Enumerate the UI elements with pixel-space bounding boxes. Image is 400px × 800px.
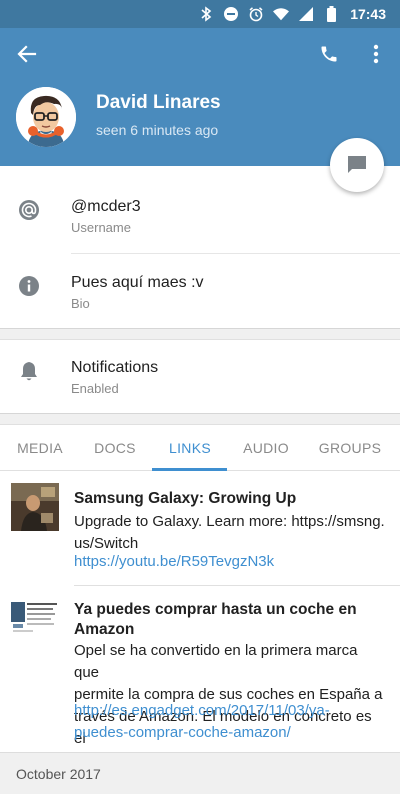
call-button[interactable]	[309, 34, 349, 74]
tab-links[interactable]: LINKS	[150, 425, 230, 471]
notifications-title: Notifications	[71, 359, 159, 376]
avatar[interactable]	[16, 87, 76, 147]
link-url[interactable]: http://es.engadget.com/2017/11/03/ya- pu…	[74, 700, 390, 744]
phone-icon	[321, 46, 337, 62]
status-time: 17:43	[350, 6, 386, 22]
wifi-icon	[273, 6, 290, 22]
shared-media-tabs: MEDIA DOCS LINKS AUDIO GROUPS	[0, 425, 400, 471]
message-fab-button[interactable]	[330, 138, 384, 192]
battery-icon	[323, 6, 339, 22]
section-separator	[0, 413, 400, 425]
username-value: @mcder3	[71, 198, 141, 215]
link-title: Ya puedes comprar hasta un coche en Amaz…	[74, 601, 357, 638]
info-icon	[17, 274, 41, 298]
bio-row[interactable]: Pues aquí maes :v Bio	[0, 254, 400, 328]
link-thumbnail	[11, 483, 59, 531]
back-button[interactable]	[7, 34, 47, 74]
do-not-disturb-icon	[223, 6, 239, 22]
tab-groups[interactable]: GROUPS	[305, 425, 395, 471]
profile-name: David Linares	[96, 92, 221, 113]
username-label: Username	[71, 220, 131, 235]
at-icon	[17, 198, 41, 222]
tab-audio[interactable]: AUDIO	[226, 425, 306, 471]
status-bar: 17:43	[0, 0, 400, 28]
alarm-icon	[248, 6, 264, 22]
link-item[interactable]: Samsung Galaxy: Growing Up Upgrade to Ga…	[0, 471, 400, 585]
notifications-row[interactable]: Notifications Enabled	[0, 340, 400, 413]
section-separator	[0, 328, 400, 340]
bio-value: Pues aquí maes :v	[71, 274, 204, 291]
link-url[interactable]: https://youtu.be/R59TevgzN3k	[74, 551, 390, 573]
arrow-back-icon	[17, 45, 37, 63]
last-seen-status: seen 6 minutes ago	[96, 122, 219, 138]
avatar-cartoon	[16, 87, 76, 147]
message-icon	[348, 156, 366, 173]
link-title: Samsung Galaxy: Growing Up	[74, 490, 297, 507]
link-thumbnail	[11, 600, 59, 648]
tab-media[interactable]: MEDIA	[0, 425, 80, 471]
date-section-header: October 2017	[0, 752, 400, 794]
link-item[interactable]: Ya puedes comprar hasta un coche en Amaz…	[0, 586, 400, 752]
tab-docs[interactable]: DOCS	[75, 425, 155, 471]
notifications-status: Enabled	[71, 381, 119, 396]
bio-label: Bio	[71, 296, 90, 311]
more-vert-icon	[373, 44, 379, 64]
more-options-button[interactable]	[356, 34, 396, 74]
bluetooth-icon	[198, 6, 214, 22]
link-description: Upgrade to Galaxy. Learn more: https://s…	[74, 513, 385, 552]
bell-icon	[17, 359, 41, 383]
signal-icon	[298, 6, 314, 22]
